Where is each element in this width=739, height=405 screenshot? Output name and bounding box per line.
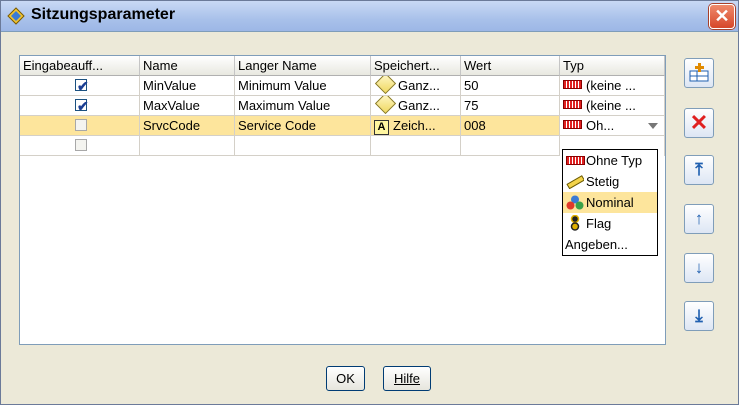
type-dropdown[interactable]: Oh...	[560, 116, 665, 136]
storage-label: Zeich...	[393, 118, 436, 133]
long-name-cell[interactable]: Maximum Value	[235, 96, 371, 116]
storage-cell[interactable]: A Zeich...	[371, 116, 461, 136]
chevron-down-icon[interactable]	[648, 123, 658, 129]
header-type[interactable]: Typ	[560, 56, 665, 76]
header-prompt[interactable]: Eingabeauff...	[20, 56, 140, 76]
header-storage[interactable]: Speichert...	[371, 56, 461, 76]
table-row[interactable]: ✔ MinValue Minimum Value Ganz... 50 (kei…	[20, 76, 665, 96]
title-bar[interactable]: Sitzungsparameter ✕	[1, 1, 738, 32]
header-long-name[interactable]: Langer Name	[235, 56, 371, 76]
string-A-icon: A	[374, 120, 389, 135]
dialog-window: Sitzungsparameter ✕ Eingabeauff... Name …	[0, 0, 739, 405]
prompt-checkbox[interactable]	[75, 139, 87, 151]
ruler-typeless-icon	[566, 156, 585, 165]
ok-button[interactable]: OK	[326, 366, 365, 391]
name-cell[interactable]: MaxValue	[140, 96, 235, 116]
storage-label: Ganz...	[398, 98, 440, 113]
move-bottom-button[interactable]: ⤓	[684, 301, 714, 331]
prompt-cell	[20, 116, 140, 136]
check-mark-icon: ✔	[77, 98, 89, 114]
move-down-button[interactable]: ↓	[684, 253, 714, 283]
option-flag[interactable]: Flag	[563, 213, 657, 234]
delete-parameter-button[interactable]: ✕	[684, 108, 714, 138]
name-cell[interactable]	[140, 136, 235, 156]
value-cell[interactable]: 50	[461, 76, 560, 96]
type-dropdown-list: Ohne Typ Stetig Nominal Flag Angeben...	[562, 149, 658, 256]
ruler-typeless-icon	[563, 120, 582, 129]
type-cell[interactable]: (keine ...	[560, 76, 665, 96]
value-cell[interactable]: 008	[461, 116, 560, 136]
prompt-checkbox[interactable]	[75, 119, 87, 131]
long-name-cell[interactable]: Minimum Value	[235, 76, 371, 96]
type-cell[interactable]: (keine ...	[560, 96, 665, 116]
table-row[interactable]: ✔ MaxValue Maximum Value Ganz... 75 (kei…	[20, 96, 665, 116]
name-cell[interactable]: MinValue	[140, 76, 235, 96]
add-row-icon	[689, 63, 709, 82]
diamond-app-icon	[7, 7, 25, 25]
storage-cell[interactable]	[371, 136, 461, 156]
long-name-cell[interactable]	[235, 136, 371, 156]
header-name[interactable]: Name	[140, 56, 235, 76]
prompt-cell	[20, 136, 140, 156]
option-nominal[interactable]: Nominal	[563, 192, 657, 213]
option-angeben[interactable]: Angeben...	[563, 234, 657, 255]
option-ohne-typ[interactable]: Ohne Typ	[563, 150, 657, 171]
prompt-cell: ✔	[20, 76, 140, 96]
dialog-title: Sitzungsparameter	[31, 6, 176, 23]
move-to-bottom-icon: ⤓	[695, 306, 703, 325]
value-cell[interactable]: 75	[461, 96, 560, 116]
name-cell[interactable]: SrvcCode	[140, 116, 235, 136]
move-top-button[interactable]: ⤒	[684, 155, 714, 185]
integer-diamond-icon	[374, 76, 397, 95]
arrow-down-icon: ↓	[694, 258, 704, 277]
ruler-typeless-icon	[563, 80, 582, 89]
close-button[interactable]: ✕	[709, 4, 735, 29]
type-label: Oh...	[586, 118, 615, 133]
check-mark-icon: ✔	[77, 78, 89, 94]
table-row-selected[interactable]: SrvcCode Service Code A Zeich... 008 Oh..…	[20, 116, 665, 136]
ruler-continuous-icon	[566, 175, 584, 189]
prompt-checkbox[interactable]: ✔	[75, 98, 89, 114]
value-cell[interactable]	[461, 136, 560, 156]
help-button[interactable]: Hilfe	[383, 366, 431, 391]
nominal-balls-icon	[566, 195, 584, 210]
storage-label: Ganz...	[398, 78, 440, 93]
move-to-top-icon: ⤒	[695, 160, 703, 179]
ruler-typeless-icon	[563, 100, 582, 109]
header-value[interactable]: Wert	[461, 56, 560, 76]
storage-cell[interactable]: Ganz...	[371, 76, 461, 96]
arrow-up-icon: ↑	[694, 209, 704, 228]
delete-x-icon: ✕	[689, 110, 709, 135]
integer-diamond-icon	[374, 96, 397, 115]
add-parameter-button[interactable]	[684, 58, 714, 88]
long-name-cell[interactable]: Service Code	[235, 116, 371, 136]
prompt-checkbox[interactable]: ✔	[75, 78, 89, 94]
storage-cell[interactable]: Ganz...	[371, 96, 461, 116]
move-up-button[interactable]: ↑	[684, 204, 714, 234]
prompt-cell: ✔	[20, 96, 140, 116]
flag-icon	[570, 215, 580, 231]
type-label: (keine ...	[586, 78, 636, 93]
type-label: (keine ...	[586, 98, 636, 113]
option-stetig[interactable]: Stetig	[563, 171, 657, 192]
